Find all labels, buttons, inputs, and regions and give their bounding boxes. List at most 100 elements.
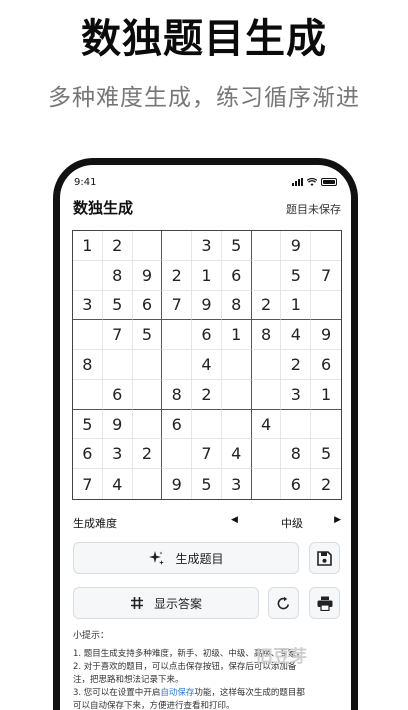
sudoku-cell[interactable]: 9 [102,409,133,440]
print-icon [317,596,332,611]
battery-icon [321,178,337,186]
sudoku-cell[interactable]: 5 [311,439,341,470]
hero-title: 数独题目生成 [81,16,327,62]
sudoku-cell[interactable] [311,410,341,440]
sudoku-cell[interactable]: 3 [222,469,252,499]
sudoku-cell[interactable] [132,409,163,440]
sudoku-cell[interactable]: 5 [221,231,252,261]
sudoku-cell[interactable]: 6 [221,260,252,291]
sudoku-cell[interactable]: 9 [192,290,222,321]
generate-button[interactable]: 生成题目 [73,542,299,574]
sudoku-cell[interactable]: 2 [251,290,282,321]
sudoku-cell[interactable] [251,260,282,291]
sudoku-cell[interactable]: 6 [162,409,193,440]
signal-icon [292,178,303,186]
sudoku-cell[interactable]: 1 [73,231,103,261]
sudoku-cell[interactable]: 2 [311,469,341,499]
sudoku-cell[interactable]: 4 [251,409,282,440]
sudoku-cell[interactable] [221,379,252,410]
sudoku-cell[interactable]: 8 [221,290,252,321]
sudoku-cell[interactable]: 5 [102,290,133,321]
save-icon [317,550,332,566]
sudoku-cell[interactable]: 8 [102,260,133,291]
sudoku-cell[interactable]: 2 [132,439,163,470]
difficulty-next-icon[interactable]: ▶ [334,515,341,525]
sudoku-cell[interactable]: 7 [102,320,133,351]
sudoku-cell[interactable] [251,350,282,380]
sudoku-cell[interactable]: 5 [192,469,222,499]
sudoku-cell[interactable]: 6 [281,469,312,499]
sudoku-cell[interactable] [102,350,133,380]
difficulty-row: 生成难度 ◀ 中级 ▶ [73,515,341,531]
sudoku-cell[interactable]: 6 [132,290,163,321]
save-button[interactable] [309,542,340,574]
sudoku-cell[interactable] [251,379,282,410]
sudoku-cell[interactable] [133,469,163,499]
sudoku-cell[interactable] [251,439,282,470]
sudoku-cell[interactable]: 8 [251,320,282,351]
sudoku-cell[interactable] [252,469,282,499]
sudoku-cell[interactable] [221,409,252,440]
sudoku-cell[interactable] [162,320,193,351]
difficulty-prev-icon[interactable]: ◀ [231,515,238,525]
sudoku-cell[interactable] [132,350,163,380]
sudoku-cell[interactable]: 2 [192,379,222,410]
sudoku-cell[interactable]: 6 [73,439,103,470]
sudoku-cell[interactable]: 8 [73,350,103,380]
sudoku-cell[interactable] [73,379,103,410]
sudoku-cell[interactable]: 6 [102,379,133,410]
sudoku-cell[interactable]: 8 [162,379,193,410]
sudoku-cell[interactable]: 7 [73,469,103,499]
sudoku-cell[interactable] [162,231,193,261]
sudoku-cell[interactable]: 4 [281,320,312,351]
auto-save-link[interactable]: 自动保存 [160,688,194,698]
sudoku-cell[interactable]: 1 [311,380,341,410]
sudoku-cell[interactable]: 6 [311,350,341,380]
sudoku-cell[interactable] [162,350,193,380]
sudoku-cell[interactable]: 2 [281,350,312,380]
sudoku-cell[interactable]: 5 [281,260,312,291]
sudoku-cell[interactable]: 8 [281,439,312,470]
print-button[interactable] [309,587,340,619]
sudoku-cell[interactable] [251,231,282,261]
sudoku-cell[interactable]: 4 [192,350,222,380]
show-answer-button[interactable]: 显示答案 [73,587,259,619]
sudoku-cell[interactable] [73,260,103,291]
sudoku-cell[interactable]: 1 [192,260,222,291]
sudoku-cell[interactable]: 3 [102,439,133,470]
sudoku-cell[interactable]: 4 [103,469,133,499]
sudoku-cell[interactable]: 1 [221,320,252,351]
tip-text: 3. 您可以在设置中开启 [73,688,161,698]
sudoku-cell[interactable]: 3 [73,290,103,321]
sudoku-cell[interactable]: 6 [192,320,222,351]
sudoku-cell[interactable] [132,231,163,261]
sudoku-cell[interactable]: 5 [73,409,103,440]
sudoku-cell[interactable]: 3 [281,379,312,410]
sudoku-cell[interactable]: 2 [162,260,193,291]
sudoku-cell[interactable]: 7 [192,439,222,470]
sudoku-cell[interactable] [132,379,163,410]
sudoku-cell[interactable] [281,409,312,440]
sudoku-cell[interactable]: 9 [311,320,341,351]
sudoku-cell[interactable] [221,350,252,380]
sudoku-cell[interactable]: 4 [221,439,252,470]
status-icons [292,178,337,186]
sudoku-cell[interactable] [311,231,341,261]
show-answer-label: 显示答案 [153,596,202,611]
sudoku-cell[interactable]: 1 [281,290,312,321]
sudoku-cell[interactable]: 7 [311,261,341,291]
sudoku-cell[interactable] [162,439,193,470]
page-title: 数独生成 [73,199,134,217]
sudoku-cell[interactable] [311,291,341,321]
sudoku-cell[interactable]: 3 [192,231,222,261]
reset-button[interactable] [268,587,299,619]
sudoku-cell[interactable] [192,409,222,440]
wifi-icon [307,178,317,186]
sudoku-cell[interactable]: 9 [281,231,312,261]
sudoku-cell[interactable]: 5 [132,320,163,351]
sudoku-cell[interactable] [73,320,103,351]
sudoku-cell[interactable]: 9 [162,469,193,499]
sudoku-cell[interactable]: 2 [102,231,133,261]
sudoku-cell[interactable]: 7 [162,290,193,321]
sudoku-cell[interactable]: 9 [132,260,163,291]
